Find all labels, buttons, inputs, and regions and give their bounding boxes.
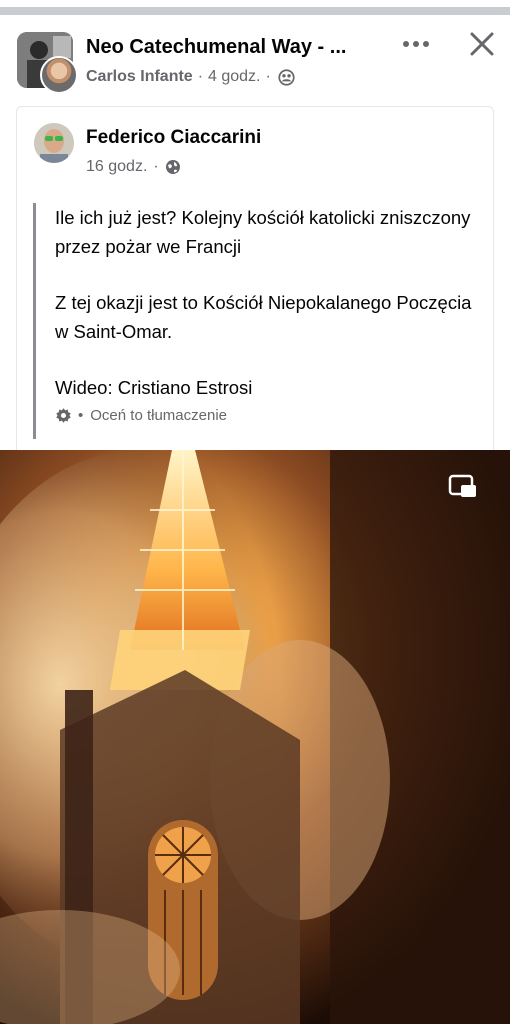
meta-separator: · bbox=[153, 158, 159, 175]
shared-post-card[interactable]: Federico Ciaccarini 16 godz. · Ile ich j… bbox=[16, 106, 494, 451]
globe-icon bbox=[165, 159, 181, 175]
shared-author-name[interactable]: Federico Ciaccarini bbox=[86, 127, 261, 149]
close-button[interactable] bbox=[466, 28, 498, 60]
translation-rating-row[interactable]: • Oceń to tłumaczenie bbox=[55, 407, 227, 424]
shared-author-avatar[interactable] bbox=[34, 123, 74, 163]
close-icon bbox=[470, 32, 494, 56]
post-paragraph: Ile ich już jest? Kolejny kościół katoli… bbox=[55, 207, 471, 257]
author-name[interactable]: Carlos Infante bbox=[86, 68, 193, 86]
shared-post-meta: 16 godz. · bbox=[86, 158, 181, 176]
post-meta: Carlos Infante · 4 godz. · bbox=[86, 68, 295, 86]
group-title[interactable]: Neo Catechumenal Way - ... bbox=[86, 36, 376, 59]
post-paragraph: Wideo: Cristiano Estrosi bbox=[55, 377, 253, 398]
picture-in-picture-icon bbox=[448, 474, 476, 497]
more-dots-icon bbox=[403, 41, 429, 47]
top-edge-divider bbox=[0, 0, 510, 16]
gear-icon bbox=[56, 408, 71, 423]
picture-in-picture-button[interactable] bbox=[446, 470, 480, 504]
post-time[interactable]: 4 godz. bbox=[208, 68, 260, 86]
post-paragraph: Z tej okazji jest to Kościół Niepokalane… bbox=[55, 292, 472, 342]
post-body: Ile ich już jest? Kolejny kościół katoli… bbox=[55, 203, 475, 429]
author-avatar[interactable] bbox=[40, 56, 78, 94]
meta-separator: · bbox=[265, 68, 271, 85]
rate-translation-link[interactable]: Oceń to tłumaczenie bbox=[90, 407, 227, 424]
translation-quote-bar bbox=[33, 203, 36, 439]
friends-icon bbox=[278, 68, 295, 86]
more-options-button[interactable] bbox=[398, 30, 434, 58]
meta-separator: · bbox=[197, 68, 204, 85]
video-player[interactable] bbox=[0, 450, 510, 1024]
translation-separator: • bbox=[78, 407, 84, 424]
shared-post-time[interactable]: 16 godz. bbox=[86, 158, 147, 176]
church-fire-video-frame bbox=[0, 450, 510, 1024]
post-header: Neo Catechumenal Way - ... Carlos Infant… bbox=[0, 22, 510, 100]
